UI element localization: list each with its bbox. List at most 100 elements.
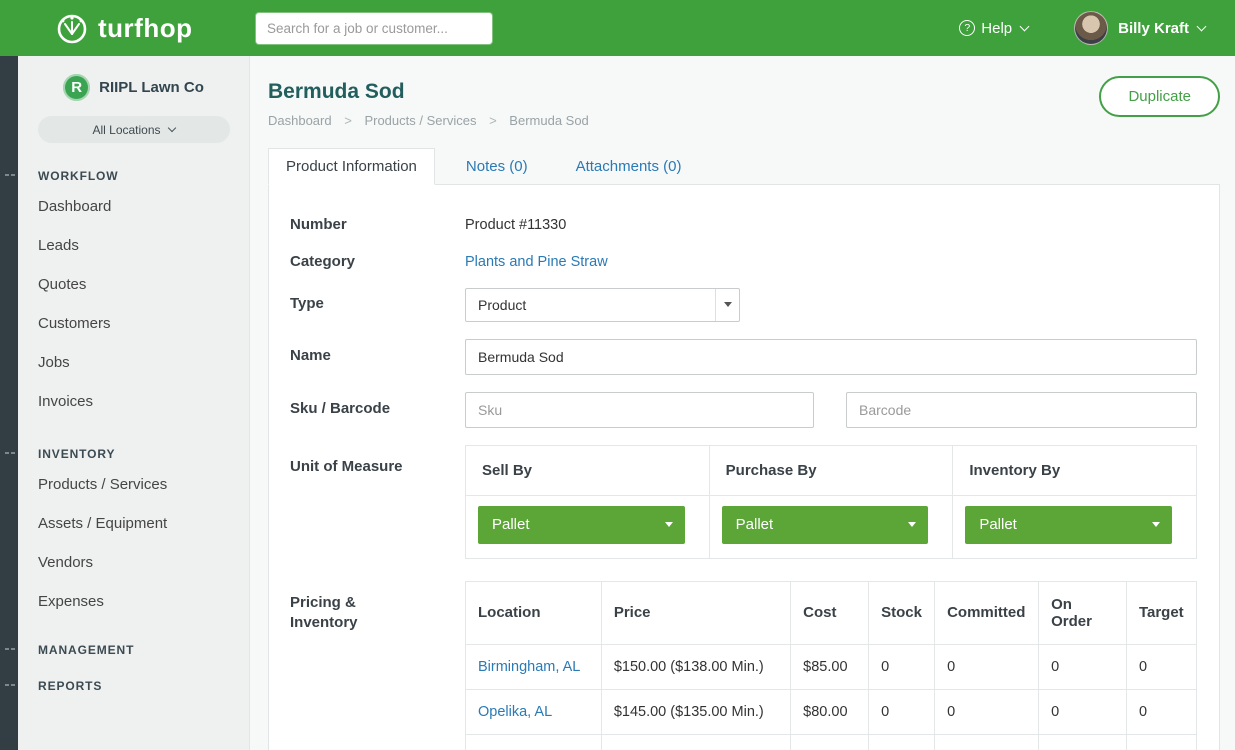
- uom-col-inventory-by: Inventory By: [953, 445, 1197, 495]
- chevron-down-icon: [1152, 522, 1160, 527]
- sku-input[interactable]: [465, 392, 814, 428]
- chevron-down-icon: [908, 522, 916, 527]
- name-row: Name: [290, 339, 1197, 375]
- number-label: Number: [290, 215, 465, 235]
- sku-barcode-row: Sku / Barcode: [290, 392, 1197, 428]
- section-header-management[interactable]: MANAGEMENT: [38, 643, 249, 657]
- pricing-inventory-label: Pricing & Inventory: [290, 581, 465, 634]
- global-search: [256, 13, 492, 44]
- product-information-card: Number Product #11330 Category Plants an…: [268, 184, 1220, 750]
- on-order-cell: 0: [1039, 689, 1127, 734]
- type-select[interactable]: Product: [465, 288, 740, 322]
- committed-cell: 0: [935, 644, 1039, 689]
- sidebar-item-customers[interactable]: Customers: [18, 304, 249, 343]
- pricing-inventory-row: Pricing & Inventory Location Price Cost …: [290, 581, 1197, 750]
- main-content: Bermuda Sod Dashboard > Products / Servi…: [250, 56, 1235, 750]
- sidebar-item-dashboard[interactable]: Dashboard: [18, 187, 249, 226]
- cost-cell: $85.00: [791, 644, 869, 689]
- topbar-right: ? Help Billy Kraft: [959, 11, 1235, 45]
- table-row: Birmingham, AL $150.00 ($138.00 Min.) $8…: [466, 644, 1197, 689]
- company[interactable]: R RIIPL Lawn Co: [18, 74, 249, 101]
- user-menu[interactable]: Billy Kraft: [1118, 20, 1205, 37]
- sidebar-item-invoices[interactable]: Invoices: [18, 382, 249, 421]
- chevron-down-icon: [1020, 22, 1030, 32]
- breadcrumb-products-services[interactable]: Products / Services: [364, 113, 476, 128]
- uom-col-purchase-by: Purchase By: [709, 445, 953, 495]
- chevron-down-icon: [665, 522, 673, 527]
- type-selected-value: Product: [466, 297, 715, 313]
- tab-attachments[interactable]: Attachments (0): [559, 149, 699, 184]
- section-marker-icon: [5, 648, 15, 650]
- price-cell: $150.00 ($138.00 Min.): [601, 644, 790, 689]
- breadcrumb-separator: >: [344, 113, 352, 128]
- stock-cell: 0: [869, 689, 935, 734]
- purchase-by-value: Pallet: [736, 516, 774, 533]
- breadcrumb-current: Bermuda Sod: [509, 113, 589, 128]
- committed-cell: 0: [935, 689, 1039, 734]
- avatar[interactable]: [1074, 11, 1108, 45]
- help-icon: ?: [959, 20, 975, 36]
- section-marker-icon: [5, 174, 15, 176]
- unit-of-measure-table: Sell By Purchase By Inventory By Pallet …: [465, 445, 1197, 559]
- table-row-partial: [466, 734, 1197, 750]
- breadcrumb-dashboard[interactable]: Dashboard: [268, 113, 332, 128]
- sidebar-item-assets-equipment[interactable]: Assets / Equipment: [18, 504, 249, 543]
- user-name: Billy Kraft: [1118, 20, 1189, 37]
- number-value: Product #11330: [465, 217, 566, 233]
- type-row: Type Product: [290, 288, 1197, 322]
- tab-product-information[interactable]: Product Information: [268, 148, 435, 185]
- pricing-table: Location Price Cost Stock Committed On O…: [465, 581, 1197, 750]
- sell-by-value: Pallet: [492, 516, 530, 533]
- stock-cell: 0: [869, 644, 935, 689]
- duplicate-button[interactable]: Duplicate: [1099, 76, 1220, 117]
- breadcrumb-separator: >: [489, 113, 497, 128]
- inventory-by-value: Pallet: [979, 516, 1017, 533]
- name-label: Name: [290, 346, 465, 366]
- number-row: Number Product #11330: [290, 215, 1197, 235]
- chevron-down-icon: [1197, 22, 1207, 32]
- all-locations-dropdown[interactable]: All Locations: [38, 116, 230, 143]
- unit-of-measure-label: Unit of Measure: [290, 445, 465, 477]
- sidebar-item-products-services[interactable]: Products / Services: [18, 465, 249, 504]
- chevron-down-icon: [167, 124, 175, 132]
- top-bar: turfhop ? Help Billy Kraft: [0, 0, 1235, 56]
- category-row: Category Plants and Pine Straw: [290, 252, 1197, 272]
- section-header-reports[interactable]: REPORTS: [38, 679, 249, 693]
- sidebar: R RIIPL Lawn Co All Locations WORKFLOW D…: [0, 56, 250, 750]
- sidebar-rail: [0, 56, 18, 750]
- section-marker-icon: [5, 452, 15, 454]
- on-order-cell: 0: [1039, 644, 1127, 689]
- target-cell: 0: [1126, 644, 1196, 689]
- uom-col-sell-by: Sell By: [466, 445, 710, 495]
- company-badge: R: [63, 74, 90, 101]
- pricing-header-row: Location Price Cost Stock Committed On O…: [466, 581, 1197, 644]
- inventory-by-dropdown[interactable]: Pallet: [965, 506, 1172, 544]
- page-title: Bermuda Sod: [268, 80, 1220, 104]
- select-arrow-icon: [715, 289, 739, 321]
- sidebar-item-quotes[interactable]: Quotes: [18, 265, 249, 304]
- purchase-by-dropdown[interactable]: Pallet: [722, 506, 929, 544]
- turfhop-logo-icon: [54, 10, 90, 46]
- breadcrumb: Dashboard > Products / Services > Bermud…: [268, 113, 1220, 128]
- sidebar-item-jobs[interactable]: Jobs: [18, 343, 249, 382]
- section-header-inventory: INVENTORY: [38, 447, 249, 461]
- price-cell: $145.00 ($135.00 Min.): [601, 689, 790, 734]
- category-link[interactable]: Plants and Pine Straw: [465, 254, 608, 270]
- unit-of-measure-row: Unit of Measure Sell By Purchase By Inve…: [290, 445, 1197, 559]
- barcode-input[interactable]: [846, 392, 1197, 428]
- sidebar-item-vendors[interactable]: Vendors: [18, 543, 249, 582]
- help-label: Help: [981, 20, 1012, 37]
- help-menu[interactable]: ? Help: [959, 20, 1028, 37]
- tab-notes[interactable]: Notes (0): [449, 149, 545, 184]
- target-cell: 0: [1126, 689, 1196, 734]
- brand[interactable]: turfhop: [0, 10, 250, 46]
- table-row: Opelika, AL $145.00 ($135.00 Min.) $80.0…: [466, 689, 1197, 734]
- sidebar-item-leads[interactable]: Leads: [18, 226, 249, 265]
- all-locations-label: All Locations: [92, 123, 160, 137]
- sidebar-item-expenses[interactable]: Expenses: [18, 582, 249, 621]
- sell-by-dropdown[interactable]: Pallet: [478, 506, 685, 544]
- name-input[interactable]: [465, 339, 1197, 375]
- location-link-opelika[interactable]: Opelika, AL: [478, 704, 552, 720]
- search-input[interactable]: [256, 13, 492, 44]
- location-link-birmingham[interactable]: Birmingham, AL: [478, 659, 580, 675]
